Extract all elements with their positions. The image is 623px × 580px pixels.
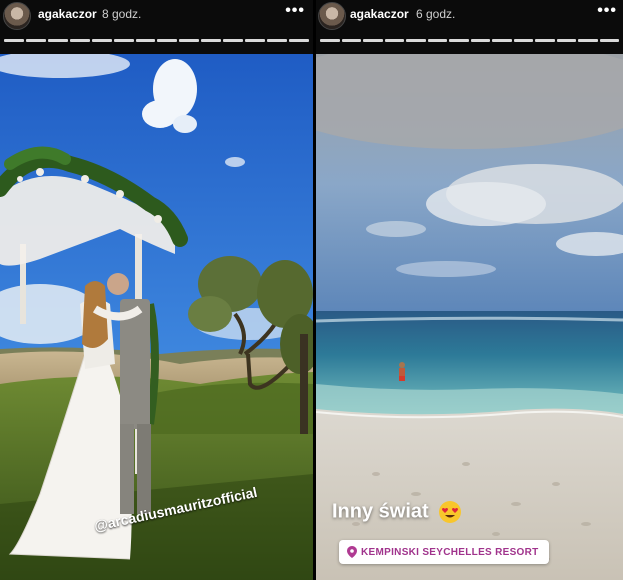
- progress-segment: [427, 39, 447, 42]
- progress-segment: [513, 39, 533, 42]
- progress-segment: [556, 39, 576, 42]
- progress-segment: [69, 39, 90, 42]
- progress-segment: [363, 39, 383, 42]
- progress-segment: [179, 39, 200, 42]
- progress-segment: [492, 39, 512, 42]
- time-ago: 8 godz.: [102, 7, 142, 21]
- username[interactable]: agakaczor: [38, 7, 97, 21]
- progress-segment: [470, 39, 490, 42]
- location-sticker[interactable]: KEMPINSKI SEYCHELLES RESORT: [339, 540, 549, 564]
- wedding-photo: [0, 54, 313, 580]
- progress-segment: [320, 39, 340, 42]
- progress-segment: [91, 39, 112, 42]
- story-progress-bar: [320, 39, 619, 42]
- story-header: agakaczor 6 godz. •••: [316, 0, 623, 54]
- progress-segment: [288, 39, 309, 42]
- location-label: KEMPINSKI SEYCHELLES RESORT: [361, 546, 539, 558]
- progress-segment: [384, 39, 404, 42]
- more-horizontal-icon[interactable]: •••: [285, 2, 305, 20]
- progress-segment: [599, 39, 619, 42]
- progress-segment: [449, 39, 469, 42]
- story-panel-right[interactable]: agakaczor 6 godz. ••• Inny świat KEMPINS…: [316, 0, 623, 580]
- location-pin-icon: [347, 546, 357, 558]
- progress-segment: [341, 39, 361, 42]
- username[interactable]: agakaczor: [350, 7, 409, 21]
- progress-segment: [223, 39, 244, 42]
- avatar[interactable]: [318, 2, 346, 30]
- heart-eyes-emoji: [439, 501, 462, 523]
- story-caption: Inny świat: [332, 500, 462, 524]
- progress-segment: [406, 39, 426, 42]
- progress-segment: [201, 39, 222, 42]
- avatar[interactable]: [3, 2, 31, 30]
- progress-segment: [4, 39, 24, 42]
- progress-segment: [113, 39, 134, 42]
- more-horizontal-icon[interactable]: •••: [597, 2, 617, 20]
- progress-segment: [47, 39, 68, 42]
- progress-segment: [25, 39, 46, 42]
- story-progress-bar: [4, 39, 309, 42]
- progress-segment: [578, 39, 598, 42]
- caption-text: Inny świat: [332, 500, 429, 523]
- progress-segment: [267, 39, 287, 42]
- progress-segment: [245, 39, 266, 42]
- story-header: agakaczor 8 godz. •••: [0, 0, 313, 54]
- time-ago: 6 godz.: [416, 7, 456, 21]
- story-panel-left[interactable]: agakaczor 8 godz. ••• @arcadiusmauritzof…: [0, 0, 313, 580]
- progress-segment: [135, 39, 156, 42]
- progress-segment: [157, 39, 178, 42]
- progress-segment: [535, 39, 555, 42]
